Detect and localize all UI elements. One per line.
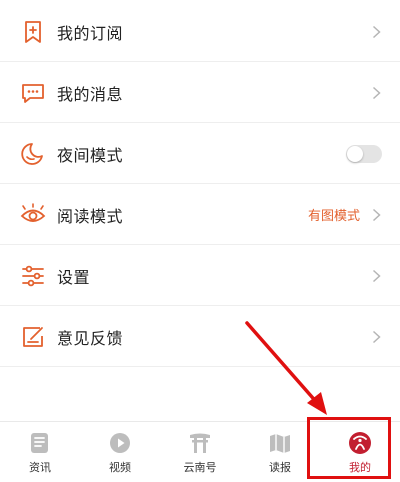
message-icon (20, 80, 46, 106)
tab-video[interactable]: 视频 (80, 422, 160, 482)
tab-label: 我的 (349, 461, 371, 474)
sliders-icon (20, 263, 46, 289)
profile-menu: 我的订阅 我的消息 夜间模式 阅读模式 有图模式 设置 意见反馈 (0, 0, 400, 367)
menu-item-label: 阅读模式 (57, 206, 124, 226)
profile-logo-icon (347, 430, 373, 456)
bookmark-plus-icon (20, 19, 46, 45)
chevron-right-icon (370, 86, 382, 100)
menu-item-reading-mode[interactable]: 阅读模式 有图模式 (0, 184, 400, 245)
tab-newspaper[interactable]: 读报 (240, 422, 320, 482)
play-icon (107, 430, 133, 456)
menu-item-messages[interactable]: 我的消息 (0, 62, 400, 123)
toggle-knob (347, 145, 363, 162)
map-book-icon (267, 430, 293, 456)
chevron-right-icon (370, 208, 382, 222)
bottom-tab-bar: 资讯 视频 云南号 读报 我的 (0, 422, 400, 482)
menu-item-subscriptions[interactable]: 我的订阅 (0, 1, 400, 62)
chevron-right-icon (370, 25, 382, 39)
menu-item-label: 我的消息 (57, 84, 124, 104)
feedback-icon (20, 324, 46, 350)
night-mode-toggle[interactable] (346, 144, 382, 163)
menu-item-label: 意见反馈 (57, 328, 124, 348)
gate-icon (187, 430, 213, 456)
chevron-right-icon (370, 269, 382, 283)
tab-mine[interactable]: 我的 (320, 422, 400, 482)
menu-item-night-mode[interactable]: 夜间模式 (0, 123, 400, 184)
tab-news[interactable]: 资讯 (0, 422, 80, 482)
tab-yunnan-account[interactable]: 云南号 (160, 422, 240, 482)
tab-label: 资讯 (29, 461, 51, 474)
menu-item-label: 我的订阅 (57, 23, 124, 43)
moon-icon (20, 141, 46, 167)
tab-label: 云南号 (183, 461, 217, 474)
tab-label: 视频 (109, 461, 131, 474)
menu-item-feedback[interactable]: 意见反馈 (0, 306, 400, 367)
menu-item-label: 夜间模式 (57, 145, 124, 165)
news-icon (27, 430, 53, 456)
chevron-right-icon (370, 330, 382, 344)
menu-item-label: 设置 (57, 267, 91, 287)
tab-label: 读报 (269, 461, 291, 474)
reading-mode-value: 有图模式 (307, 209, 360, 224)
profile-screen: 我的订阅 我的消息 夜间模式 阅读模式 有图模式 设置 意见反馈 资讯 视频 云… (0, 0, 400, 482)
eye-icon (20, 202, 46, 228)
menu-item-settings[interactable]: 设置 (0, 245, 400, 306)
